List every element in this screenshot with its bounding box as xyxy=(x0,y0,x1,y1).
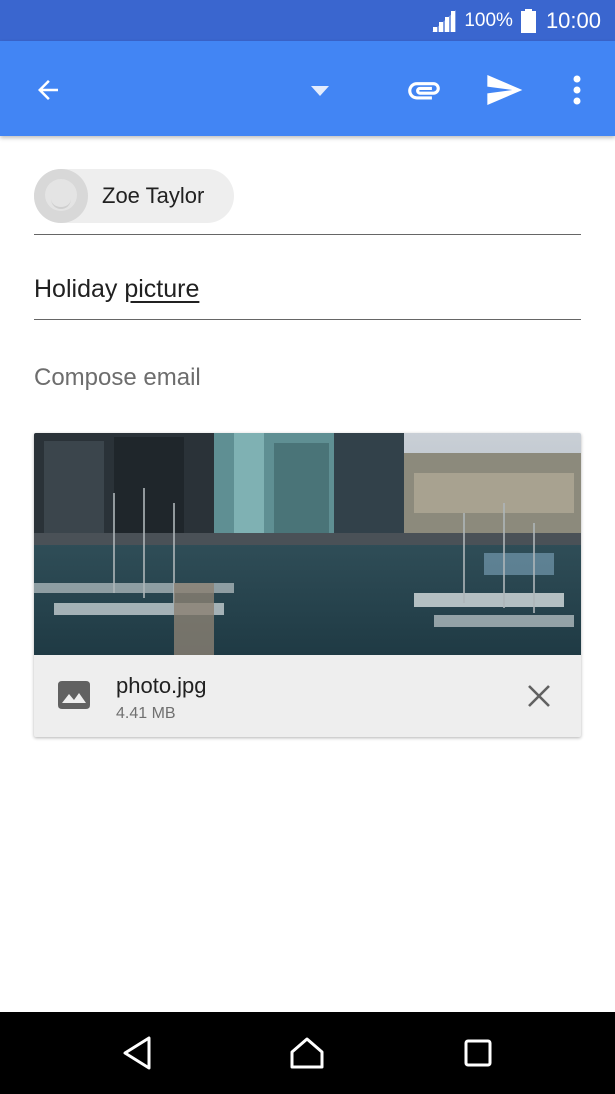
send-icon xyxy=(487,75,523,105)
subject-word-2: picture xyxy=(124,275,200,303)
from-account-dropdown[interactable] xyxy=(300,71,340,111)
attachment-filename: photo.jpg xyxy=(116,673,207,698)
compose-email-field[interactable]: Compose email xyxy=(34,364,201,392)
attachment-info: photo.jpg 4.41 MB xyxy=(34,655,581,737)
attach-button[interactable] xyxy=(401,68,447,112)
attachment-preview-image xyxy=(34,433,581,655)
image-file-icon xyxy=(58,681,90,709)
more-vert-icon xyxy=(573,75,581,105)
more-options-button[interactable] xyxy=(558,67,596,113)
nav-home-icon xyxy=(290,1037,324,1069)
avatar xyxy=(34,169,88,223)
recipient-name: Zoe Taylor xyxy=(102,183,205,208)
navigation-bar xyxy=(0,1012,615,1094)
battery-percentage: 100% xyxy=(464,9,513,31)
close-icon xyxy=(528,685,550,707)
nav-recents-icon xyxy=(464,1039,492,1067)
status-indicators: 100% 10:00 xyxy=(432,0,601,41)
nav-home-button[interactable] xyxy=(287,1033,327,1073)
clock: 10:00 xyxy=(545,7,601,33)
cell-signal-icon xyxy=(432,9,457,32)
subject-word-1: Holiday xyxy=(34,275,118,303)
subject-field[interactable]: Holiday picture xyxy=(34,275,581,320)
recipient-chip[interactable]: Zoe Taylor xyxy=(34,169,234,223)
attachment-card[interactable]: photo.jpg 4.41 MB xyxy=(34,433,581,737)
status-bar: 100% 10:00 xyxy=(0,0,615,41)
nav-back-icon xyxy=(123,1036,151,1070)
back-button[interactable] xyxy=(26,68,70,112)
app-bar xyxy=(0,41,615,136)
dropdown-arrow-icon xyxy=(311,86,329,96)
nav-back-button[interactable] xyxy=(117,1033,157,1073)
send-button[interactable] xyxy=(480,67,528,113)
paperclip-icon xyxy=(408,82,440,100)
to-field[interactable]: Zoe Taylor xyxy=(34,169,581,235)
battery-full-icon xyxy=(520,8,536,33)
nav-recents-button[interactable] xyxy=(458,1033,498,1073)
attachment-size: 4.41 MB xyxy=(116,705,176,722)
back-arrow-icon xyxy=(38,80,58,100)
subject-text: Holiday picture xyxy=(34,275,581,304)
remove-attachment-button[interactable] xyxy=(522,679,556,713)
